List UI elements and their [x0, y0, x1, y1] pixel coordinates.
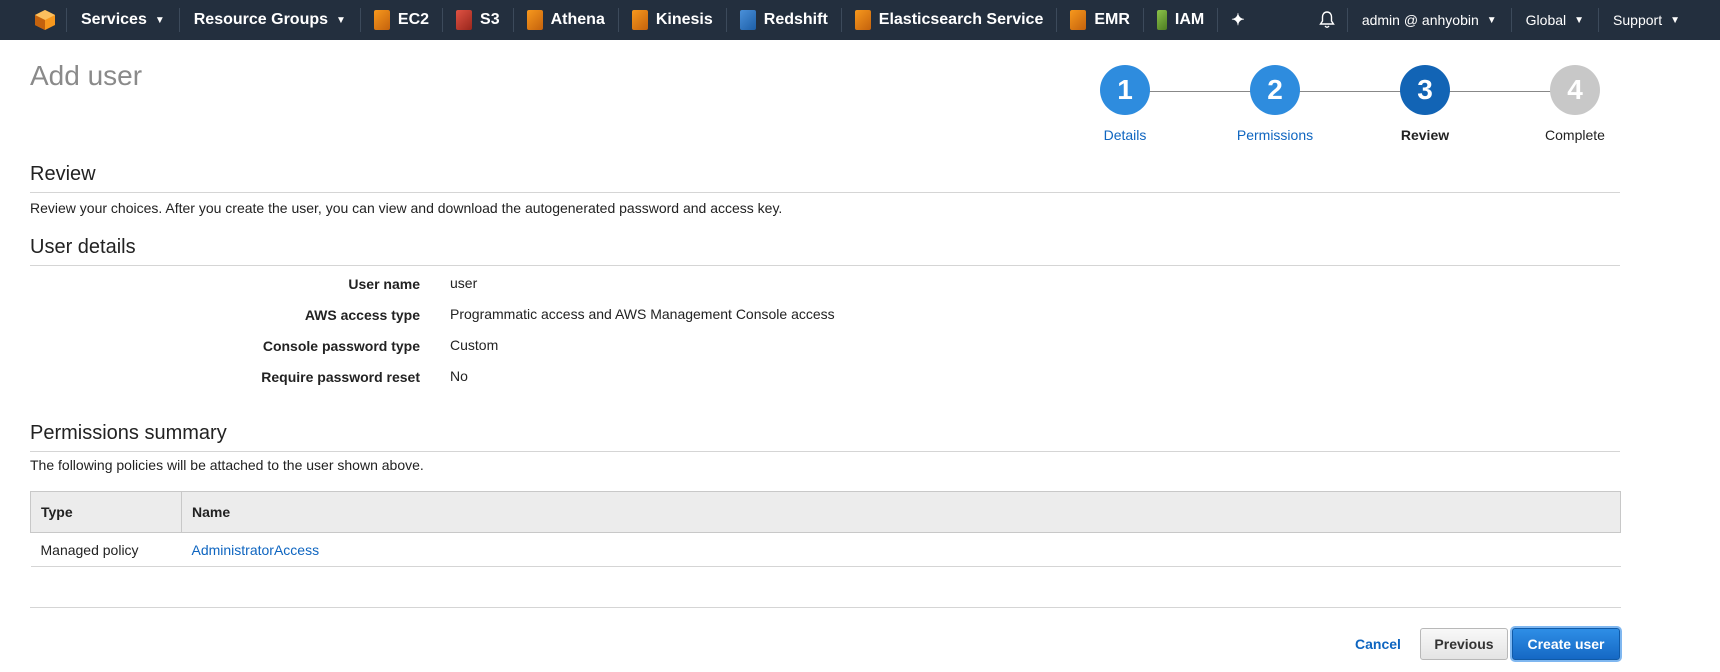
step-label: Review [1400, 127, 1450, 143]
athena-icon [526, 10, 543, 30]
review-description: Review your choices. After you create th… [30, 200, 783, 216]
chevron-down-icon: ▼ [154, 14, 165, 26]
account-menu[interactable]: admin @ anhyobin ▼ [1348, 0, 1511, 40]
password-type-label: Console password type [262, 338, 420, 354]
chevron-down-icon: ▼ [1486, 14, 1497, 26]
redshift-icon [739, 10, 756, 30]
elasticsearch-icon [854, 10, 871, 30]
emr-icon [1070, 10, 1087, 30]
pin-icon: ✦ [1231, 12, 1245, 29]
create-user-button[interactable]: Create user [1512, 628, 1620, 660]
shortcut-ec2[interactable]: EC2 [361, 0, 442, 40]
chevron-down-icon: ▼ [1670, 14, 1680, 26]
shortcut-label: EMR [1094, 11, 1130, 28]
shortcut-s3[interactable]: S3 [443, 0, 513, 40]
shortcut-label: Elasticsearch Service [878, 11, 1044, 28]
services-menu[interactable]: Services ▼ [67, 0, 179, 40]
password-type-value: Custom [450, 337, 499, 353]
iam-icon [1156, 10, 1167, 30]
shortcut-label: EC2 [397, 11, 430, 28]
bell-icon [1319, 11, 1335, 28]
step-permissions[interactable]: 2 Permissions [1200, 65, 1350, 143]
region-label: Global [1525, 12, 1567, 28]
access-type-value: Programmatic access and AWS Management C… [450, 306, 835, 322]
shortcut-label: Kinesis [655, 11, 713, 28]
cancel-button[interactable]: Cancel [1340, 628, 1416, 660]
table-header-row: Type Name [30, 491, 1621, 533]
user-name-label: User name [348, 276, 420, 292]
services-label: Services [81, 11, 147, 28]
shortcut-label: Athena [550, 11, 605, 28]
chevron-down-icon: ▼ [336, 14, 346, 26]
support-label: Support [1613, 12, 1663, 28]
table-row: Managed policy AdministratorAccess [30, 532, 1621, 567]
shortcut-redshift[interactable]: Redshift [727, 0, 841, 40]
step-label[interactable]: Permissions [1200, 127, 1350, 143]
region-menu[interactable]: Global ▼ [1512, 0, 1598, 40]
support-menu[interactable]: Support ▼ [1599, 0, 1720, 40]
step-details[interactable]: 1 Details [1050, 65, 1200, 143]
resource-groups-label: Resource Groups [193, 11, 329, 28]
step-complete: 4 Complete [1500, 65, 1650, 143]
chevron-down-icon: ▼ [1574, 14, 1585, 26]
page-title: Add user [30, 60, 143, 91]
step-label[interactable]: Details [1050, 127, 1200, 143]
nav-right-group: admin @ anhyobin ▼ Global ▼ Support ▼ [1307, 0, 1720, 40]
password-reset-value: No [450, 368, 468, 384]
access-type-label: AWS access type [304, 307, 420, 323]
resource-groups-menu[interactable]: Resource Groups ▼ [180, 0, 360, 40]
permissions-heading: Permissions summary [30, 422, 1620, 452]
footer-divider [30, 607, 1621, 608]
pin-shortcuts-button[interactable]: ✦ [1218, 0, 1257, 40]
s3-icon [456, 10, 473, 30]
previous-button[interactable]: Previous [1420, 628, 1508, 660]
review-heading: Review [30, 163, 1620, 193]
account-label: admin @ anhyobin [1361, 12, 1479, 28]
shortcut-label: S3 [480, 11, 500, 28]
shortcut-iam[interactable]: IAM [1144, 0, 1217, 40]
shortcut-label: IAM [1174, 11, 1205, 28]
shortcut-label: Redshift [763, 11, 828, 28]
step-number: 2 [1250, 65, 1300, 115]
shortcut-athena[interactable]: Athena [514, 0, 618, 40]
shortcut-emr[interactable]: EMR [1057, 0, 1143, 40]
step-review: 3 Review [1350, 65, 1500, 143]
policy-type-cell: Managed policy [30, 532, 182, 567]
step-number: 3 [1400, 65, 1450, 115]
user-details-heading: User details [30, 236, 1620, 266]
step-number: 1 [1100, 65, 1150, 115]
password-reset-label: Require password reset [261, 369, 420, 385]
policy-name-link[interactable]: AdministratorAccess [181, 532, 1621, 567]
aws-logo-icon[interactable] [24, 0, 66, 40]
step-label: Complete [1545, 127, 1605, 143]
permissions-table: Type Name Managed policy AdministratorAc… [30, 491, 1621, 567]
notifications-button[interactable] [1307, 0, 1347, 40]
column-header-name[interactable]: Name [181, 491, 1621, 533]
shortcut-elasticsearch[interactable]: Elasticsearch Service [842, 0, 1057, 40]
permissions-description: The following policies will be attached … [30, 457, 424, 473]
column-header-type[interactable]: Type [30, 491, 182, 533]
shortcut-kinesis[interactable]: Kinesis [619, 0, 726, 40]
wizard-steps: 1 Details 2 Permissions 3 Review 4 Compl… [1050, 65, 1605, 155]
step-number: 4 [1550, 65, 1600, 115]
user-name-value: user [450, 275, 478, 291]
ec2-icon [373, 10, 390, 30]
top-navigation-bar: Services ▼ Resource Groups ▼ EC2 S3 Athe… [0, 0, 1720, 40]
kinesis-icon [631, 10, 648, 30]
